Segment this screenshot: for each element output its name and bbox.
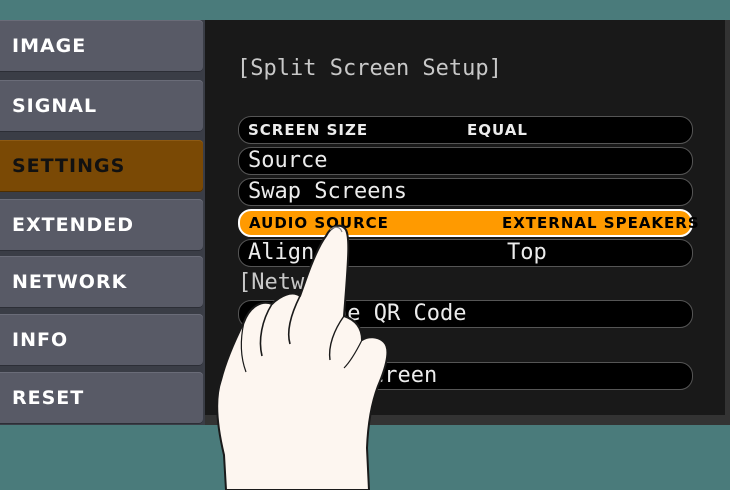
audio-source-label: AUDIO SOURCE xyxy=(249,214,389,232)
sidebar-item-signal[interactable]: SIGNAL xyxy=(0,80,203,132)
align-row[interactable]: Align Top xyxy=(238,239,693,267)
sidebar-item-extended[interactable]: EXTENDED xyxy=(0,199,203,251)
source-label: Source xyxy=(248,148,328,173)
sidebar-item-label: SIGNAL xyxy=(12,95,98,117)
screen-label: creen xyxy=(371,363,438,388)
sidebar-item-label: EXTENDED xyxy=(12,214,134,236)
screen-size-label: SCREEN SIZE xyxy=(248,121,369,139)
background-top xyxy=(0,0,730,20)
screen-size-value: EQUAL xyxy=(467,121,528,139)
sidebar-item-label: IMAGE xyxy=(12,35,87,57)
sidebar-item-network[interactable]: NETWORK xyxy=(0,256,203,308)
settings-panel: [Split Screen Setup] SCREEN SIZE EQUAL S… xyxy=(205,20,730,425)
align-value: Top xyxy=(507,240,547,265)
source-row[interactable]: Source xyxy=(238,147,693,175)
settings-panel-inner: [Split Screen Setup] SCREEN SIZE EQUAL S… xyxy=(205,20,725,415)
sidebar-item-settings[interactable]: SETTINGS xyxy=(0,140,203,192)
settings-sidebar: IMAGE SIGNAL SETTINGS EXTENDED NETWORK I… xyxy=(0,20,205,425)
sidebar-item-image[interactable]: IMAGE xyxy=(0,20,203,72)
align-label: Align xyxy=(248,240,315,265)
sidebar-item-label: NETWORK xyxy=(12,271,128,293)
qr-code-label: he QR Code xyxy=(334,301,467,326)
section-title-split-screen: [Split Screen Setup] xyxy=(237,56,502,81)
sidebar-item-label: RESET xyxy=(12,387,85,409)
sidebar-item-reset[interactable]: RESET xyxy=(0,372,203,424)
swap-screens-row[interactable]: Swap Screens xyxy=(238,178,693,206)
swap-screens-label: Swap Screens xyxy=(248,179,407,204)
screen-size-row[interactable]: SCREEN SIZE EQUAL xyxy=(238,116,693,144)
sidebar-item-info[interactable]: INFO xyxy=(0,314,203,366)
sidebar-item-label: SETTINGS xyxy=(12,155,126,177)
section-title-network: [Netwo xyxy=(238,270,318,295)
audio-source-row[interactable]: AUDIO SOURCE EXTERNAL SPEAKERS xyxy=(238,209,699,237)
background-bottom xyxy=(0,425,730,490)
sidebar-item-label: INFO xyxy=(12,329,69,351)
qr-code-row[interactable]: he QR Code xyxy=(238,300,693,328)
screen-row[interactable]: creen xyxy=(238,362,693,390)
audio-source-value: EXTERNAL SPEAKERS xyxy=(502,214,700,232)
